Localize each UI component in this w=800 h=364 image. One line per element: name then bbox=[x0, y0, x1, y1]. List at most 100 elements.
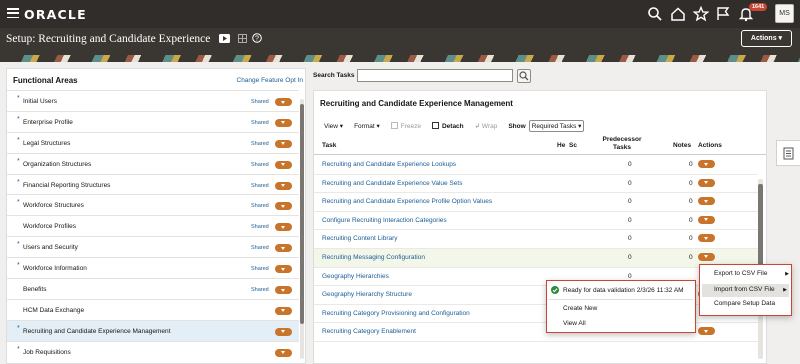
wrap-button[interactable]: ↲ Wrap bbox=[475, 122, 498, 130]
functional-area-item[interactable]: * Users and Security Shared bbox=[7, 236, 299, 257]
export-csv-menu-item[interactable]: Export to CSV File ▶ bbox=[714, 269, 789, 280]
task-link[interactable]: Recruiting and Candidate Experience Look… bbox=[322, 161, 456, 168]
notes-count[interactable]: 0 bbox=[689, 254, 693, 261]
actions-chevron-button[interactable] bbox=[275, 265, 292, 274]
notes-count[interactable]: 0 bbox=[689, 161, 693, 168]
column-task[interactable]: Task bbox=[322, 142, 336, 149]
functional-area-item[interactable]: * Enterprise Profile Shared bbox=[7, 110, 299, 132]
notes-count[interactable]: 0 bbox=[689, 217, 693, 224]
functional-area-item[interactable]: * Initial Users Shared bbox=[7, 90, 299, 111]
import-csv-menu-item[interactable]: Import from CSV File ▶ bbox=[702, 284, 789, 297]
task-row[interactable]: Configure Recruiting Interaction Categor… bbox=[314, 212, 758, 231]
task-row[interactable]: Recruiting and Candidate Experience Look… bbox=[314, 156, 758, 175]
functional-area-item[interactable]: * Recruiting and Candidate Experience Man… bbox=[7, 319, 299, 341]
oracle-logo[interactable]: ORACLE bbox=[24, 7, 87, 22]
functional-area-item[interactable]: * Job Requisitions bbox=[7, 340, 299, 362]
column-he[interactable]: He bbox=[557, 142, 565, 149]
shared-link[interactable]: Shared bbox=[251, 266, 269, 272]
shared-link[interactable]: Shared bbox=[251, 120, 269, 126]
actions-chevron-button[interactable] bbox=[275, 244, 292, 253]
task-actions-button[interactable] bbox=[698, 197, 715, 206]
actions-chevron-button[interactable] bbox=[275, 348, 292, 357]
actions-chevron-button[interactable] bbox=[275, 286, 292, 295]
shared-link[interactable]: Shared bbox=[251, 162, 269, 168]
task-link[interactable]: Geography Hierarchy Structure bbox=[322, 291, 412, 298]
shared-link[interactable]: Shared bbox=[251, 287, 269, 293]
column-predecessor[interactable]: Predecessor bbox=[591, 136, 653, 143]
actions-button[interactable]: Actions ▾ bbox=[741, 30, 792, 47]
task-link[interactable]: Recruiting and Candidate Experience Valu… bbox=[322, 180, 462, 187]
task-link[interactable]: Geography Hierarchies bbox=[322, 273, 389, 280]
task-actions-button[interactable] bbox=[698, 327, 715, 336]
search-button[interactable] bbox=[517, 69, 531, 83]
create-new-menu-item[interactable]: Create New bbox=[563, 305, 597, 312]
actions-chevron-button[interactable] bbox=[275, 327, 292, 336]
shared-link[interactable]: Shared bbox=[251, 99, 269, 105]
actions-chevron-button[interactable] bbox=[275, 118, 292, 127]
actions-chevron-button[interactable] bbox=[275, 160, 292, 169]
task-row[interactable]: Recruiting and Candidate Experience Valu… bbox=[314, 175, 758, 194]
functional-area-item[interactable]: * Workforce Structures Shared bbox=[7, 194, 299, 215]
compare-setup-data-menu-item[interactable]: Compare Setup Data bbox=[714, 300, 789, 307]
flag-icon[interactable] bbox=[715, 6, 731, 22]
star-icon[interactable] bbox=[693, 6, 709, 22]
shared-link[interactable]: Shared bbox=[251, 203, 269, 209]
side-panel-toggle[interactable] bbox=[776, 140, 800, 166]
search-icon[interactable] bbox=[647, 6, 663, 22]
task-context-menu: Ready for data validation 2/3/26 11:32 A… bbox=[546, 280, 696, 333]
actions-chevron-button[interactable] bbox=[275, 181, 292, 190]
hamburger-icon[interactable] bbox=[7, 8, 19, 19]
functional-area-item[interactable]: * Legal Structures Shared bbox=[7, 131, 299, 153]
task-actions-button[interactable] bbox=[698, 234, 715, 243]
notes-count[interactable]: 0 bbox=[689, 180, 693, 187]
notes-count[interactable]: 0 bbox=[689, 235, 693, 242]
task-link[interactable]: Recruiting Category Enablement bbox=[322, 328, 416, 335]
functional-area-item[interactable]: * Workforce Information Shared bbox=[7, 257, 299, 278]
functional-area-item[interactable]: HCM Data Exchange bbox=[7, 298, 299, 320]
task-row[interactable]: Recruiting and Candidate Experience Prof… bbox=[314, 193, 758, 212]
video-icon[interactable] bbox=[219, 33, 230, 43]
column-actions[interactable]: Actions bbox=[698, 142, 722, 149]
column-sc[interactable]: Sc bbox=[569, 142, 577, 149]
task-link[interactable]: Recruiting Category Provisioning and Con… bbox=[322, 310, 470, 317]
show-select[interactable]: Required Tasks ▾ bbox=[528, 120, 585, 132]
left-scrollbar[interactable] bbox=[300, 99, 304, 359]
functional-area-item[interactable]: Workforce Profiles Shared bbox=[7, 215, 299, 236]
task-actions-button[interactable] bbox=[698, 160, 715, 168]
shared-link[interactable]: Shared bbox=[251, 183, 269, 189]
task-row[interactable]: Recruiting Messaging Configuration 0 0 bbox=[314, 248, 758, 268]
show-label: Show bbox=[508, 122, 526, 130]
task-actions-button[interactable] bbox=[698, 215, 715, 224]
column-notes[interactable]: Notes bbox=[673, 142, 691, 149]
functional-area-item[interactable]: * Organization Structures Shared bbox=[7, 152, 299, 174]
detach-button[interactable]: Detach bbox=[431, 122, 464, 130]
search-tasks-input[interactable] bbox=[357, 69, 513, 82]
actions-chevron-button[interactable] bbox=[275, 139, 292, 148]
user-avatar[interactable]: MS bbox=[775, 4, 794, 23]
shared-link[interactable]: Shared bbox=[251, 224, 269, 230]
grid-icon[interactable] bbox=[238, 33, 247, 43]
actions-chevron-button[interactable] bbox=[275, 223, 292, 232]
task-actions-button[interactable] bbox=[698, 178, 715, 187]
task-link[interactable]: Configure Recruiting Interaction Categor… bbox=[322, 217, 447, 224]
change-feature-opt-in-link[interactable]: Change Feature Opt In bbox=[237, 77, 304, 84]
task-row[interactable]: Recruiting Content Library 0 0 bbox=[314, 230, 758, 249]
task-link[interactable]: Recruiting and Candidate Experience Prof… bbox=[322, 198, 492, 205]
actions-chevron-button[interactable] bbox=[275, 98, 292, 106]
shared-link[interactable]: Shared bbox=[251, 141, 269, 147]
freeze-button[interactable]: Freeze bbox=[390, 122, 421, 130]
task-actions-button[interactable] bbox=[698, 252, 715, 261]
view-all-menu-item[interactable]: View All bbox=[563, 320, 586, 327]
task-link[interactable]: Recruiting Content Library bbox=[322, 235, 398, 242]
help-icon[interactable]: ? bbox=[252, 33, 262, 43]
task-link[interactable]: Recruiting Messaging Configuration bbox=[322, 254, 425, 261]
functional-area-item[interactable]: Benefits Shared bbox=[7, 278, 299, 299]
actions-chevron-button[interactable] bbox=[275, 306, 292, 315]
functional-area-item[interactable]: * Financial Reporting Structures Shared bbox=[7, 173, 299, 195]
view-menu[interactable]: View ▾ bbox=[324, 122, 343, 130]
notes-count[interactable]: 0 bbox=[689, 198, 693, 205]
shared-link[interactable]: Shared bbox=[251, 245, 269, 251]
home-icon[interactable] bbox=[670, 6, 686, 22]
actions-chevron-button[interactable] bbox=[275, 202, 292, 211]
format-menu[interactable]: Format ▾ bbox=[354, 122, 380, 130]
